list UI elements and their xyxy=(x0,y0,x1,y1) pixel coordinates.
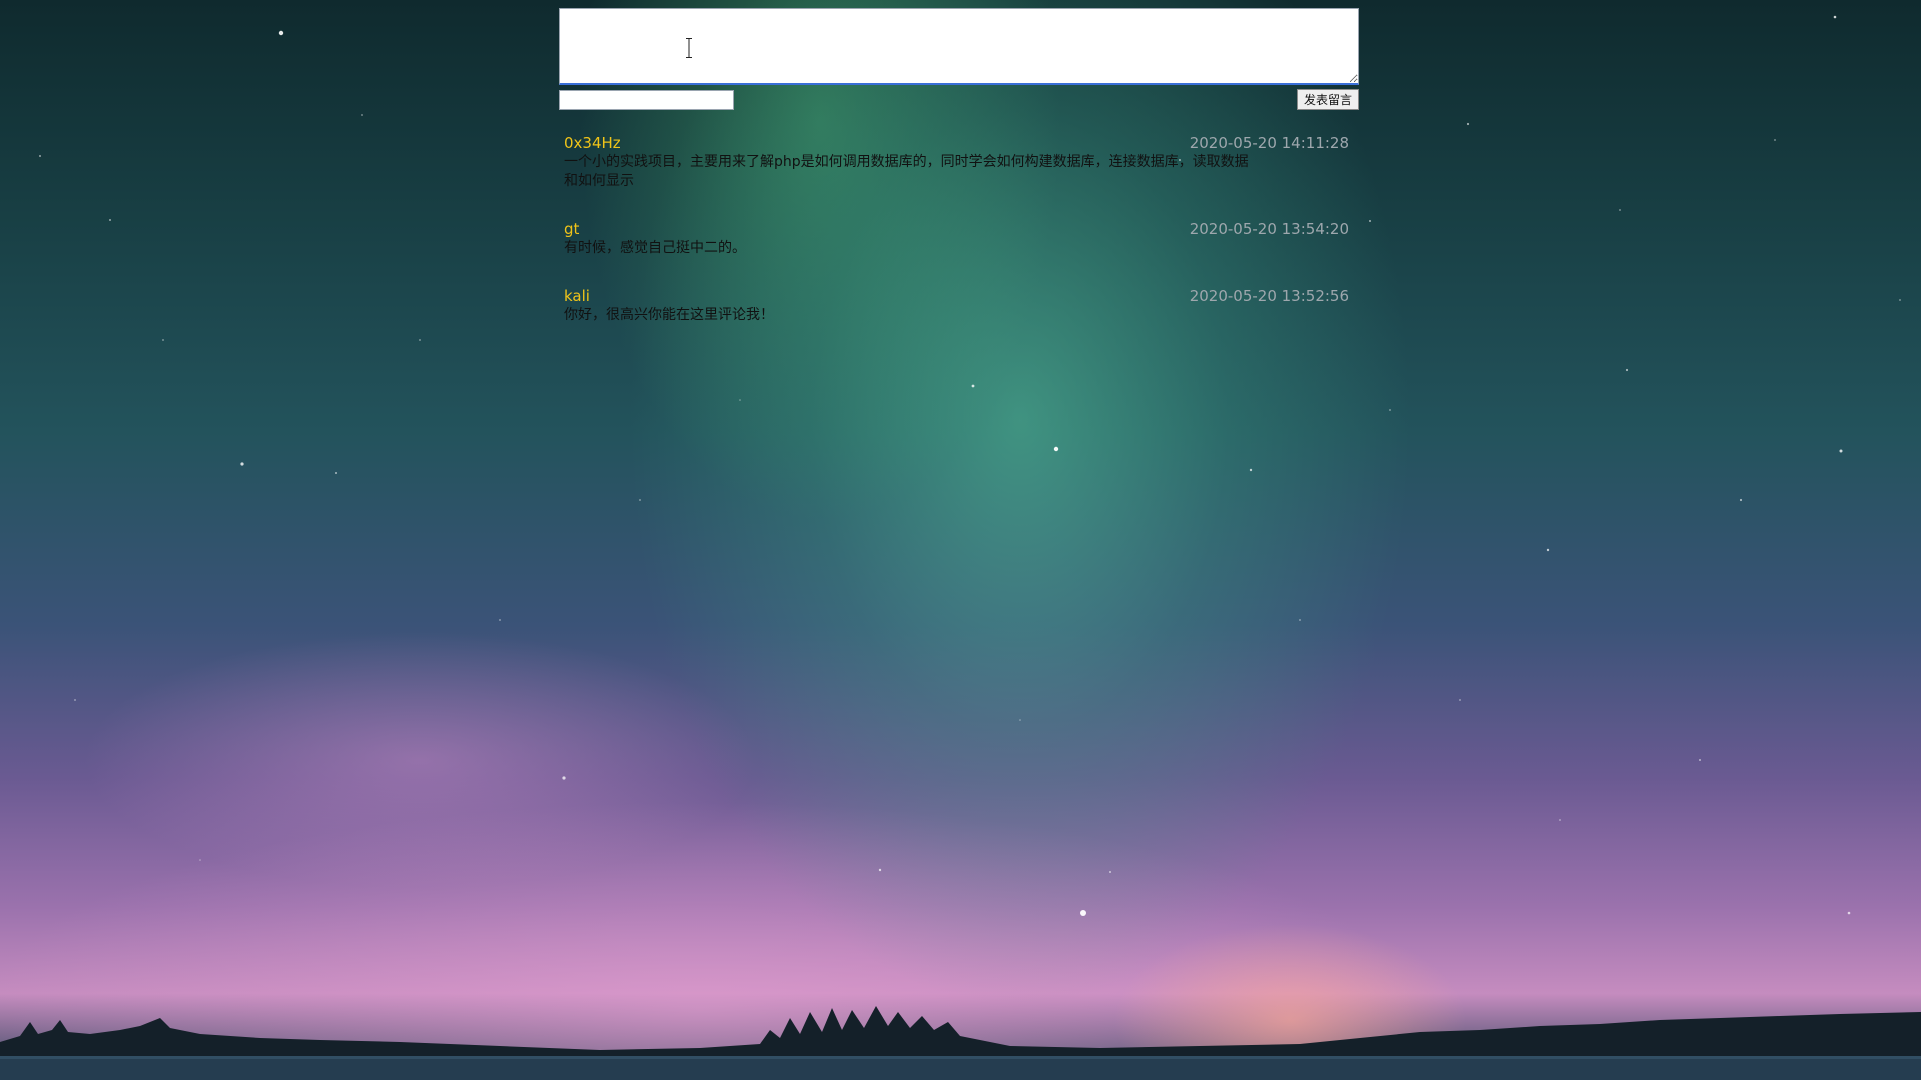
comment-author: gt xyxy=(564,220,580,238)
message-textarea[interactable] xyxy=(559,8,1359,85)
comment-header: 0x34Hz 2020-05-20 14:11:28 xyxy=(564,133,1354,153)
background-treeline xyxy=(0,1006,1921,1080)
comment-author: kali xyxy=(564,287,590,305)
comment-list: 0x34Hz 2020-05-20 14:11:28 一个小的实践项目，主要用来… xyxy=(559,133,1359,325)
name-input[interactable] xyxy=(559,90,734,110)
comment-header: kali 2020-05-20 13:52:56 xyxy=(564,286,1354,306)
composer-controls: 发表留言 xyxy=(559,89,1359,111)
post-message-button[interactable]: 发表留言 xyxy=(1296,89,1359,110)
comment-item: kali 2020-05-20 13:52:56 你好，很高兴你能在这里评论我！ xyxy=(559,286,1359,325)
comment-content: 你好，很高兴你能在这里评论我！ xyxy=(564,307,774,323)
comment-item: 0x34Hz 2020-05-20 14:11:28 一个小的实践项目，主要用来… xyxy=(559,133,1359,191)
guestbook-panel: 发表留言 0x34Hz 2020-05-20 14:11:28 一个小的实践项目… xyxy=(559,8,1359,353)
comment-timestamp: 2020-05-20 13:52:56 xyxy=(1189,287,1349,305)
comment-content: 一个小的实践项目，主要用来了解php是如何调用数据库的，同时学会如何构建数据库，… xyxy=(564,154,1249,189)
comment-timestamp: 2020-05-20 14:11:28 xyxy=(1189,134,1349,152)
comment-content: 有时候，感觉自己挺中二的。 xyxy=(564,240,746,256)
comment-item: gt 2020-05-20 13:54:20 有时候，感觉自己挺中二的。 xyxy=(559,219,1359,258)
comment-author: 0x34Hz xyxy=(564,134,621,152)
comment-timestamp: 2020-05-20 13:54:20 xyxy=(1189,220,1349,238)
comment-header: gt 2020-05-20 13:54:20 xyxy=(564,219,1354,239)
text-cursor-icon xyxy=(686,38,692,58)
